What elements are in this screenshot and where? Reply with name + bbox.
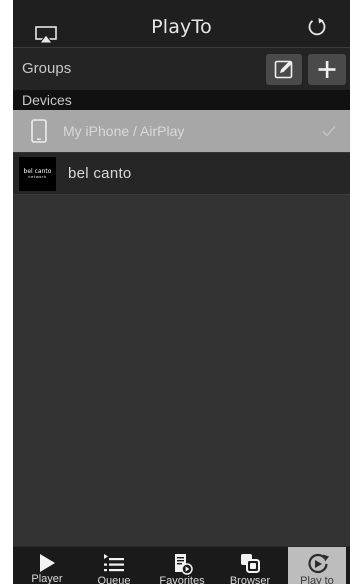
logo-text: bel canto <box>23 168 52 175</box>
phone-icon <box>31 119 47 143</box>
logo-subtext: network <box>28 175 47 179</box>
header: PlayTo <box>13 0 350 48</box>
tab-play-to[interactable]: Play to <box>288 547 346 584</box>
device-row-my-iphone[interactable]: My iPhone / AirPlay <box>13 110 350 152</box>
queue-icon <box>103 553 125 573</box>
groups-label: Groups <box>22 60 72 77</box>
browser-icon <box>239 553 261 573</box>
refresh-icon[interactable] <box>306 16 328 38</box>
checkmark-icon <box>322 124 336 137</box>
tab-browser[interactable]: Browser <box>222 547 278 584</box>
device-name: bel canto <box>68 165 132 182</box>
tab-player[interactable]: Player <box>23 547 71 584</box>
devices-label: Devices <box>22 92 72 108</box>
edit-group-button[interactable] <box>266 54 302 85</box>
play-to-icon <box>306 553 329 574</box>
tab-label: Player <box>31 573 63 584</box>
tab-label: Favorites <box>159 575 205 584</box>
tab-queue[interactable]: Queue <box>90 547 138 584</box>
tab-label: Browser <box>229 575 271 584</box>
bel-canto-logo: bel canto network <box>19 157 56 191</box>
play-icon <box>36 553 58 573</box>
add-group-button[interactable] <box>308 54 346 85</box>
favorites-icon <box>171 553 193 575</box>
tab-bar: Player Queue Favorites Browser Play to <box>13 546 350 584</box>
groups-row: Groups <box>13 48 350 90</box>
device-name: My iPhone / AirPlay <box>63 123 185 139</box>
tab-label: Play to <box>300 575 334 584</box>
tab-label: Queue <box>97 575 131 584</box>
device-row-bel-canto[interactable]: bel canto network bel canto <box>13 153 350 195</box>
devices-section-header: Devices <box>13 90 350 110</box>
app-screen: PlayTo Groups Devices My iPhone / AirPla… <box>13 0 350 584</box>
page-title: PlayTo <box>151 16 212 38</box>
tab-favorites[interactable]: Favorites <box>151 547 213 584</box>
